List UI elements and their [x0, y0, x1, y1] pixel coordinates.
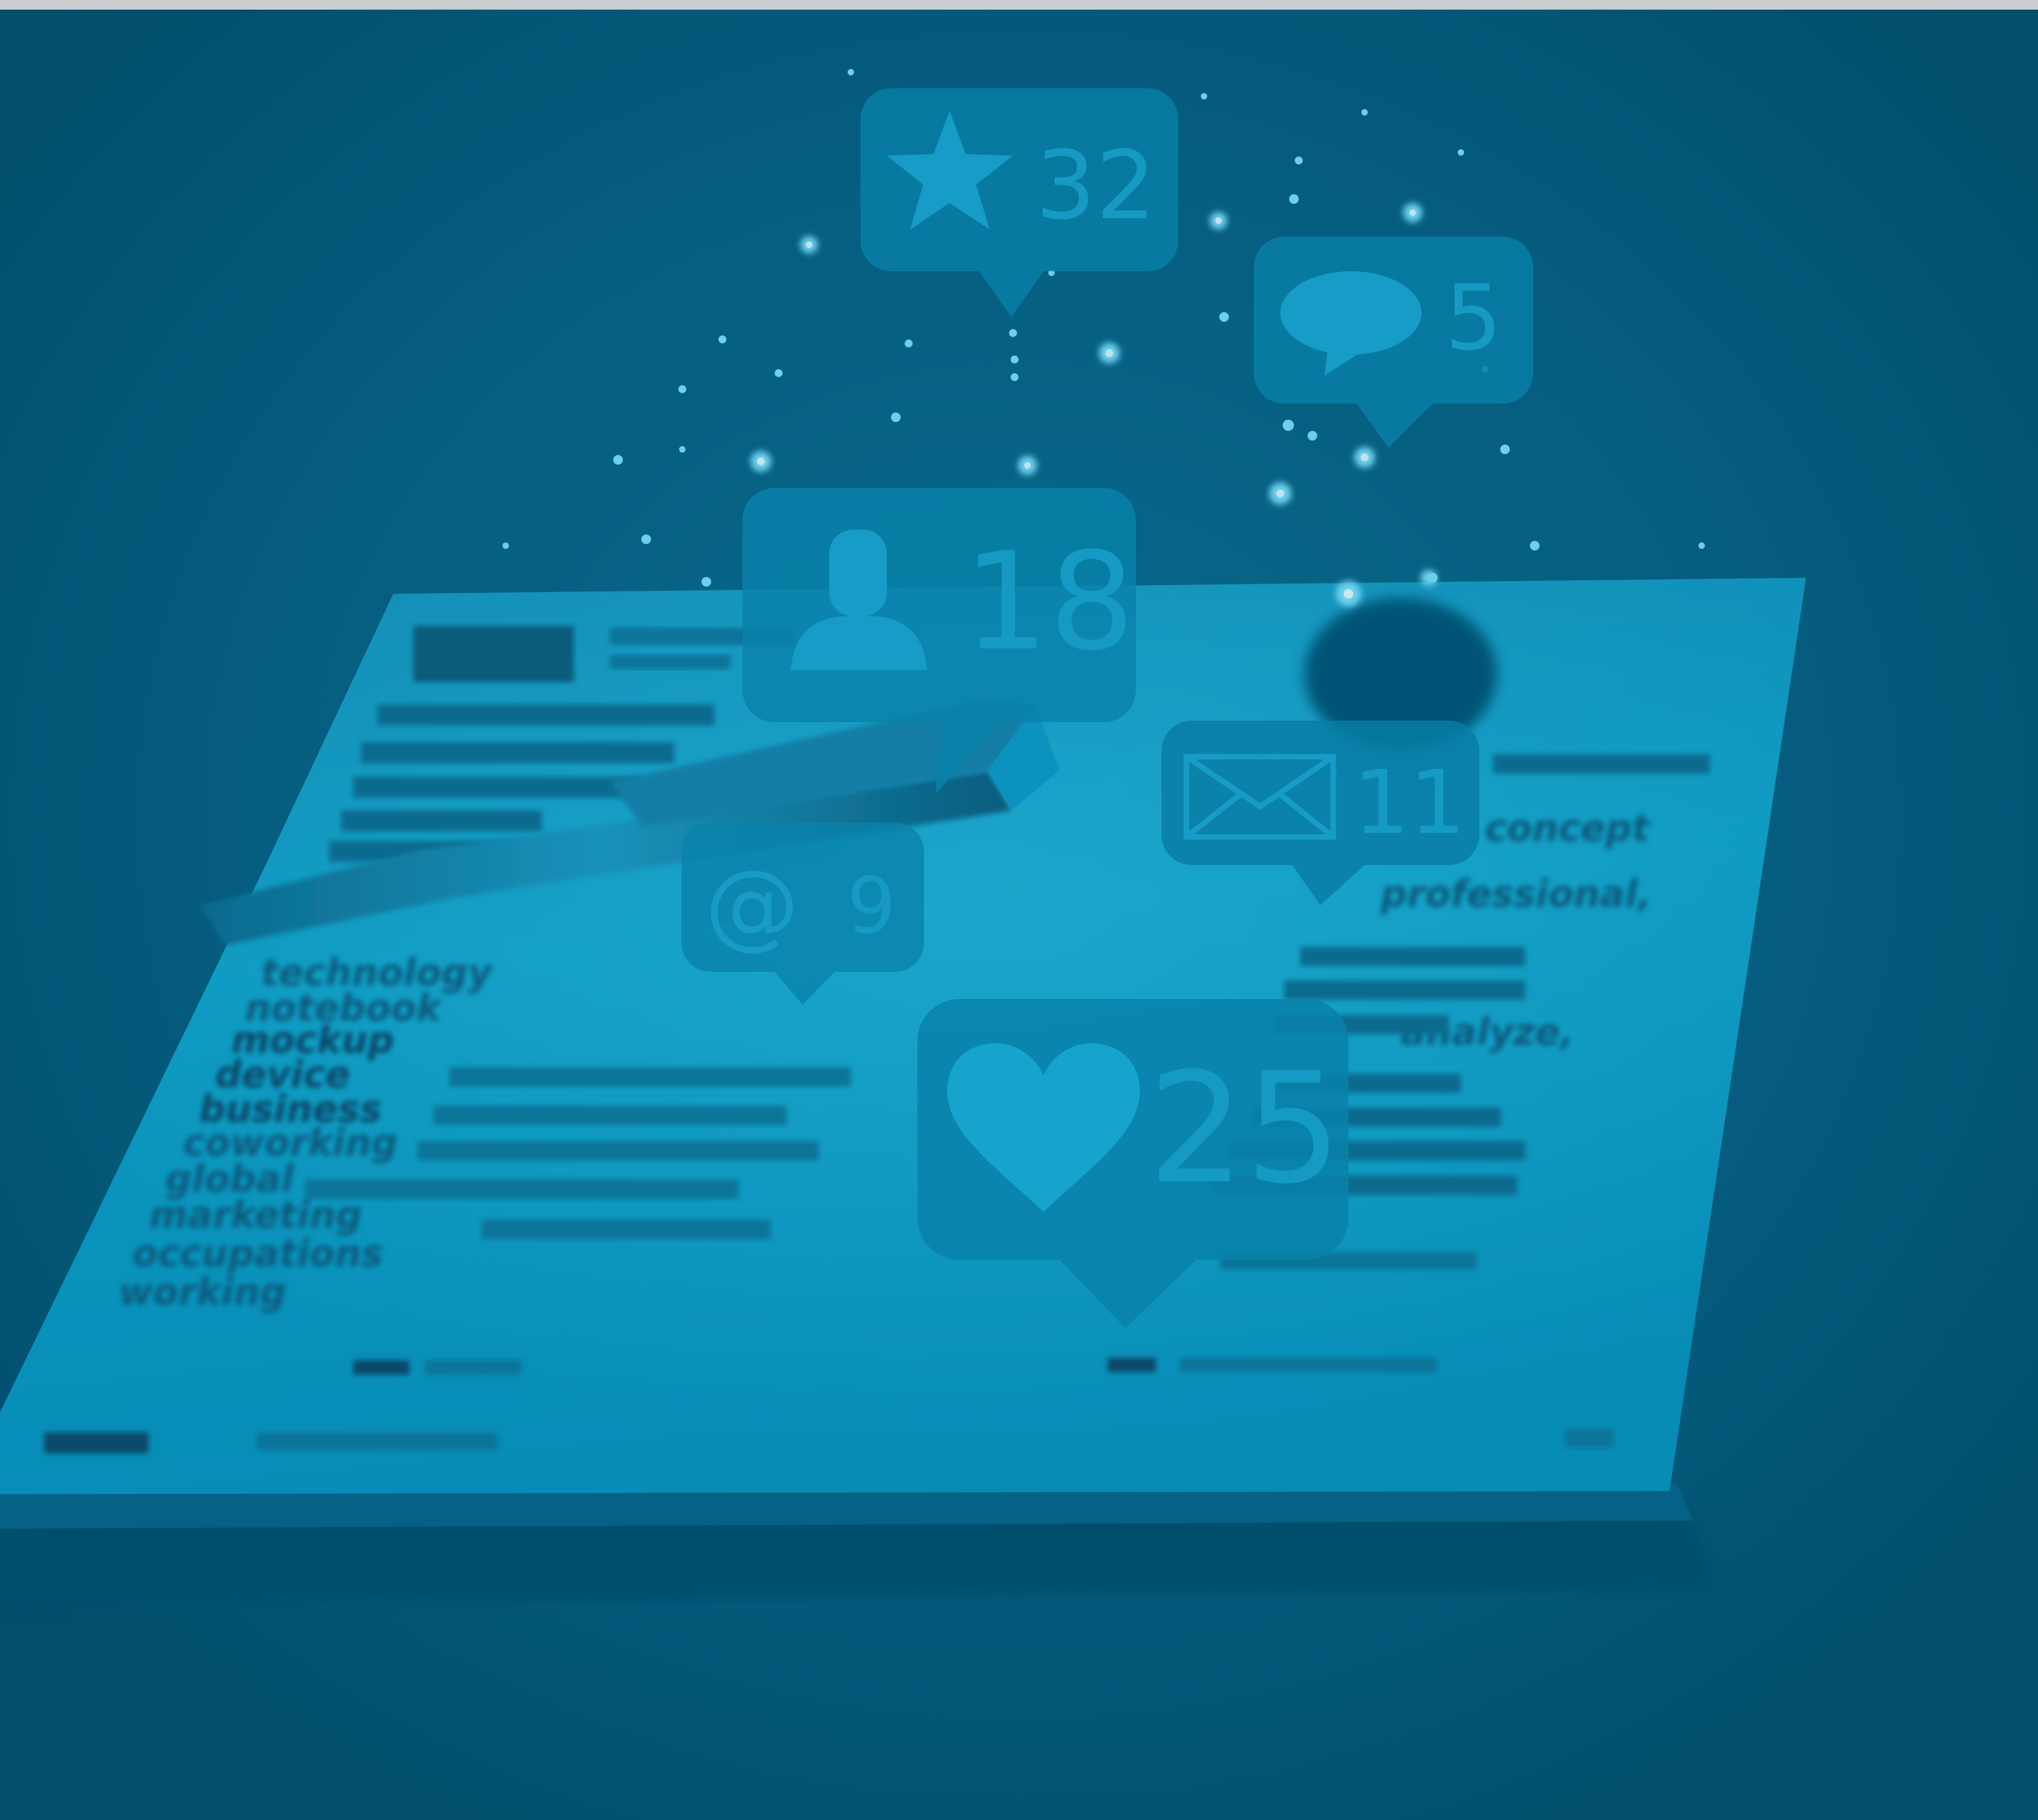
social-notifications-photo: technology notebook mockup device busine…: [0, 0, 2038, 1820]
top-border-strip: [0, 0, 2038, 10]
photo-canvas: technology notebook mockup device busine…: [0, 0, 2038, 1820]
tint-overlay: [0, 10, 2038, 1820]
